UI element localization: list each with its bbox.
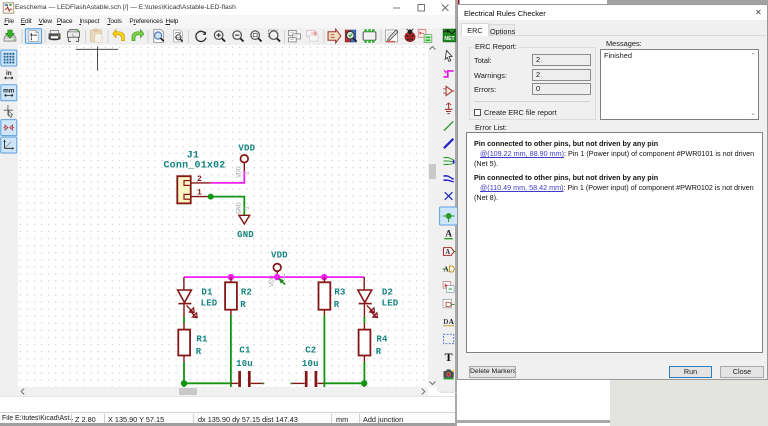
svg-text:T: T [445,350,453,364]
svg-text:R2: R2 [241,288,252,298]
svg-text:C1: C1 [239,345,251,355]
svg-text:VDD: VDD [271,251,288,261]
svg-text:LED: LED [382,298,399,308]
svg-text:GND: GND [237,230,254,240]
svg-text:R1: R1 [196,334,208,344]
svg-text:R: R [334,300,340,310]
svg-text:in: in [6,70,12,77]
svg-text:Conn_01x02: Conn_01x02 [163,160,225,171]
svg-text:NET: NET [444,36,455,42]
svg-text:GND: GND [236,202,243,214]
svg-text:R: R [240,300,246,310]
svg-text:D1: D1 [201,288,213,298]
svg-text:A: A [449,318,455,326]
svg-text:2: 2 [197,175,202,184]
svg-text:10u: 10u [302,359,319,369]
svg-text:mm: mm [3,87,15,94]
svg-text:R4: R4 [376,334,388,344]
svg-text:VDD: VDD [238,144,255,154]
svg-text:R: R [196,347,202,357]
svg-text:VDD: VDD [236,166,243,178]
svg-text:10u: 10u [236,359,253,369]
svg-text:R: R [376,347,382,357]
svg-text:D2: D2 [382,288,393,298]
svg-text:R3: R3 [334,288,345,298]
svg-text:A: A [445,249,450,256]
svg-text:1: 1 [244,206,251,210]
svg-text:1: 1 [244,171,251,175]
svg-text:C2: C2 [305,345,316,355]
svg-text:D: D [443,318,448,326]
svg-text:1: 1 [197,189,202,198]
svg-text:LED: LED [201,298,218,308]
